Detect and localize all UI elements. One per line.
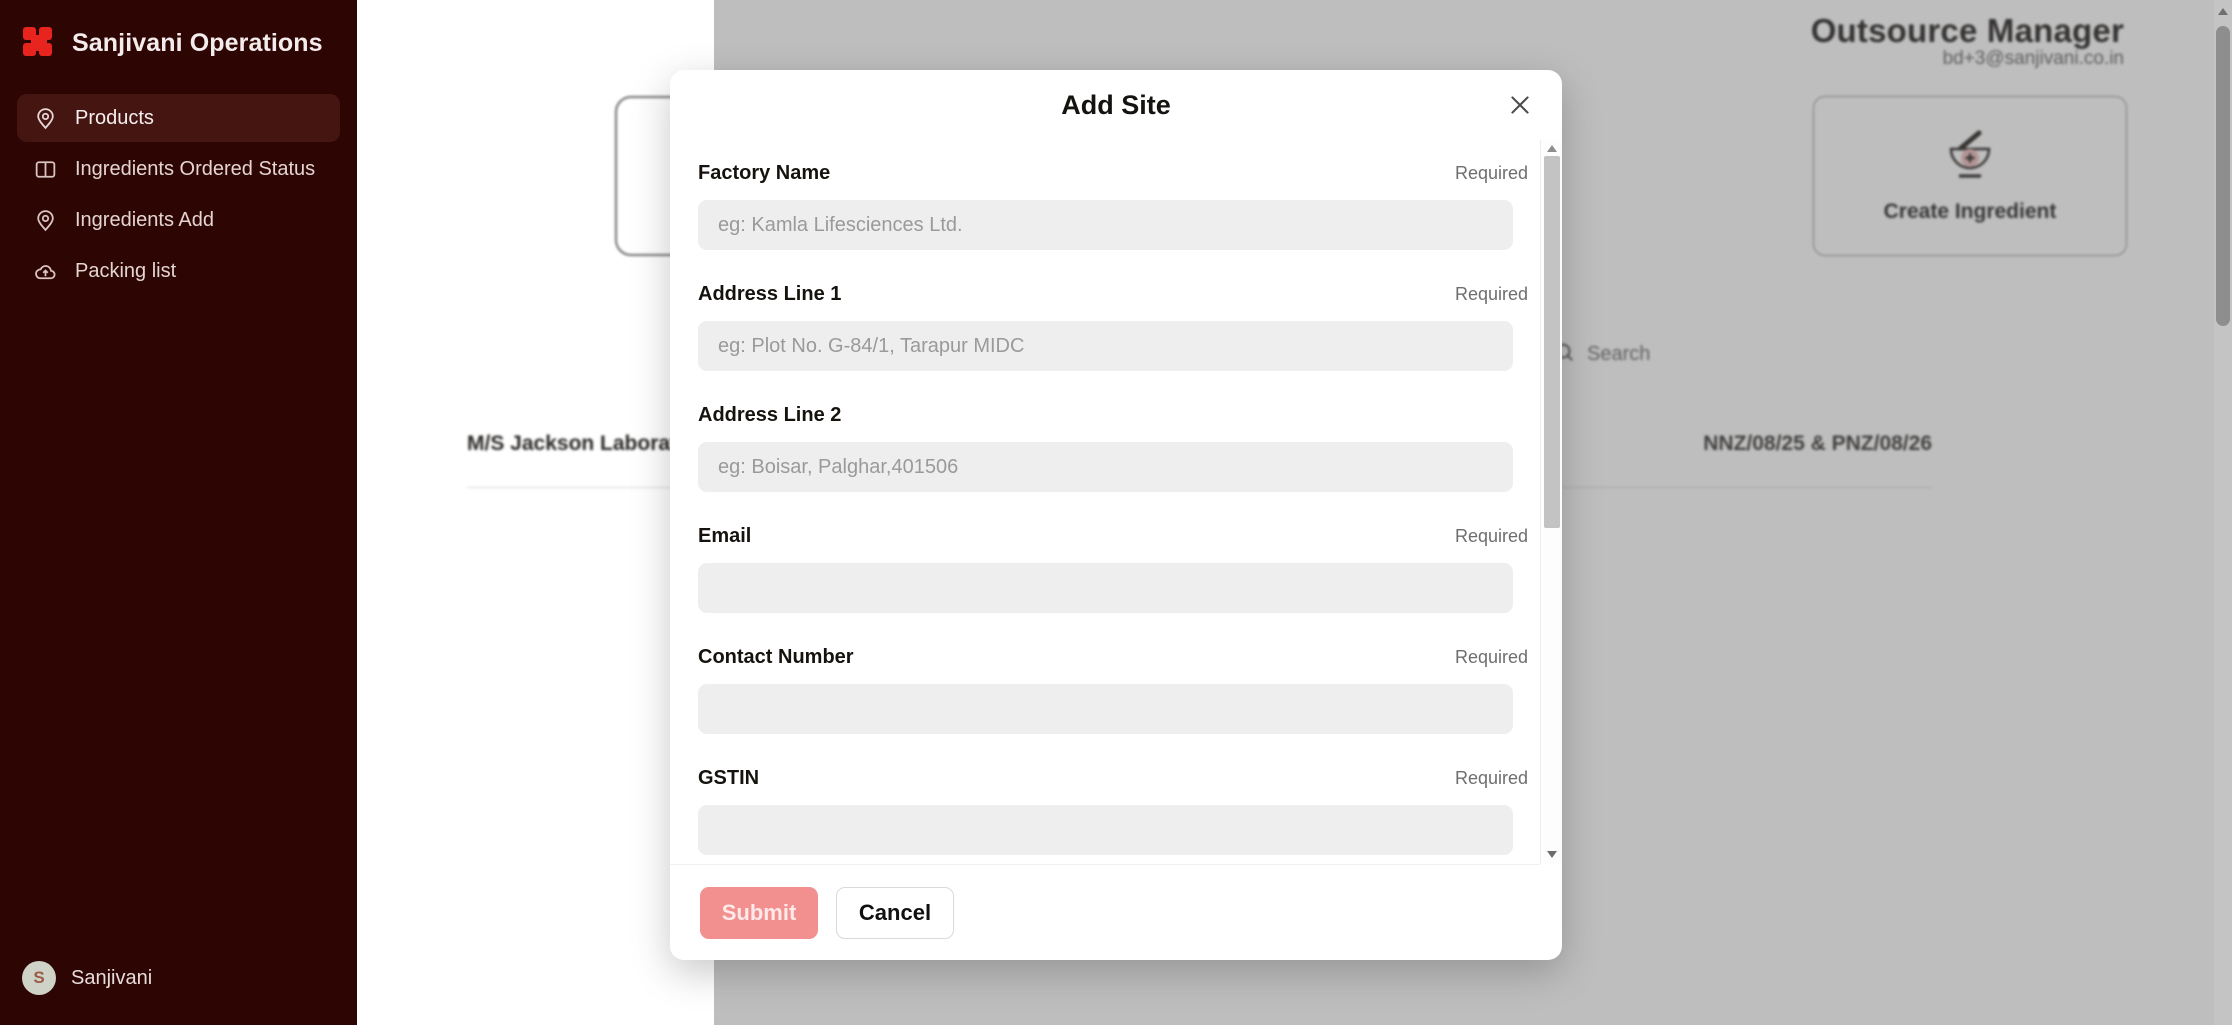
field-header: Address Line 1 Required [698, 283, 1528, 306]
contact-number-input[interactable] [698, 684, 1513, 734]
sidebar-item-label: Products [75, 106, 154, 129]
user-name: Sanjivani [71, 966, 153, 989]
field-label: Address Line 2 [698, 404, 842, 426]
gstin-input[interactable] [698, 805, 1513, 855]
map-pin-icon [33, 208, 58, 233]
field-email: Email Required [698, 525, 1528, 613]
search-placeholder: Search [1587, 342, 1651, 365]
brand: Sanjivani Operations [0, 0, 357, 86]
sidebar-item-label: Ingredients Ordered Status [75, 157, 316, 180]
map-pin-icon [33, 106, 58, 131]
sidebar-item-products[interactable]: Products [17, 94, 340, 142]
app-root: Sanjivani Operations Products Ingredient… [0, 0, 2232, 1025]
search-input[interactable]: Search [1537, 330, 1827, 378]
book-icon [33, 157, 58, 182]
dialog-body: Factory Name Required Address Line 1 Req… [670, 140, 1562, 864]
mortar-pestle-plus-icon [1939, 128, 2001, 186]
submit-button[interactable]: Submit [700, 886, 818, 939]
sidebar-user[interactable]: S Sanjivani [0, 961, 357, 1025]
create-ingredient-button[interactable]: Create Ingredient [1813, 96, 2127, 256]
field-header: GSTIN Required [698, 767, 1528, 790]
scroll-up-arrow-icon[interactable] [1547, 145, 1557, 152]
sidebar-item-label: Packing list [75, 259, 177, 282]
dialog-footer: Submit Cancel [670, 864, 1540, 960]
dialog-scrollbar-thumb[interactable] [1544, 156, 1560, 528]
field-required-badge: Required [1454, 768, 1528, 788]
email-input[interactable] [698, 563, 1513, 613]
avatar: S [22, 961, 56, 995]
factory-name-input[interactable] [698, 200, 1513, 250]
sidebar-nav: Products Ingredients Ordered Status Ingr… [0, 94, 357, 295]
field-label: GSTIN [698, 767, 760, 789]
field-label: Contact Number [698, 646, 854, 668]
sidebar: Sanjivani Operations Products Ingredient… [0, 0, 357, 1025]
account-email: bd+3@sanjivani.co.in [1942, 48, 2124, 69]
add-site-dialog: Add Site Factory Name Required Address L… [670, 70, 1562, 960]
dialog-title: Add Site [1061, 89, 1171, 120]
brand-title: Sanjivani Operations [72, 28, 323, 57]
page-title: Outsource Manager [1810, 12, 2124, 49]
field-contact-number: Contact Number Required [698, 646, 1528, 734]
field-header: Address Line 2 [698, 404, 1528, 427]
field-required-badge: Required [1454, 163, 1528, 183]
sidebar-item-label: Ingredients Add [75, 208, 214, 231]
sidebar-item-ingredients-add[interactable]: Ingredients Add [17, 196, 340, 244]
dialog-scrollbar[interactable] [1540, 140, 1562, 864]
dialog-header: Add Site [670, 70, 1562, 140]
cancel-button[interactable]: Cancel [836, 886, 954, 939]
field-address-line-1: Address Line 1 Required [698, 283, 1528, 371]
page-scrollbar[interactable] [2214, 0, 2232, 1025]
row-code: NNZ/08/25 & PNZ/08/26 [1703, 431, 1932, 455]
field-label: Address Line 1 [698, 283, 842, 305]
sidebar-item-ingredients-ordered-status[interactable]: Ingredients Ordered Status [17, 145, 340, 193]
create-ingredient-label: Create Ingredient [1883, 200, 2057, 223]
scroll-up-arrow-icon[interactable] [2218, 8, 2228, 15]
cloud-upload-icon [33, 259, 58, 284]
field-header: Contact Number Required [698, 646, 1528, 669]
sidebar-item-packing-list[interactable]: Packing list [17, 247, 340, 295]
field-required-badge: Required [1454, 284, 1528, 304]
field-gstin: GSTIN Required [698, 767, 1528, 855]
field-required-badge: Required [1454, 647, 1528, 667]
field-header: Factory Name Required [698, 162, 1528, 185]
scroll-down-arrow-icon[interactable] [1547, 851, 1557, 858]
field-required-badge: Required [1454, 526, 1528, 546]
page-scrollbar-thumb[interactable] [2216, 26, 2230, 326]
address-line-1-input[interactable] [698, 321, 1513, 371]
field-header: Email Required [698, 525, 1528, 548]
field-label: Factory Name [698, 162, 831, 184]
field-factory-name: Factory Name Required [698, 162, 1528, 250]
close-icon[interactable] [1503, 88, 1537, 122]
address-line-2-input[interactable] [698, 442, 1513, 492]
field-address-line-2: Address Line 2 [698, 404, 1528, 492]
page-header: Outsource Manager bd+3@sanjivani.co.in [1811, 12, 2124, 70]
field-label: Email [698, 525, 752, 547]
grid-logo-icon [22, 26, 56, 60]
